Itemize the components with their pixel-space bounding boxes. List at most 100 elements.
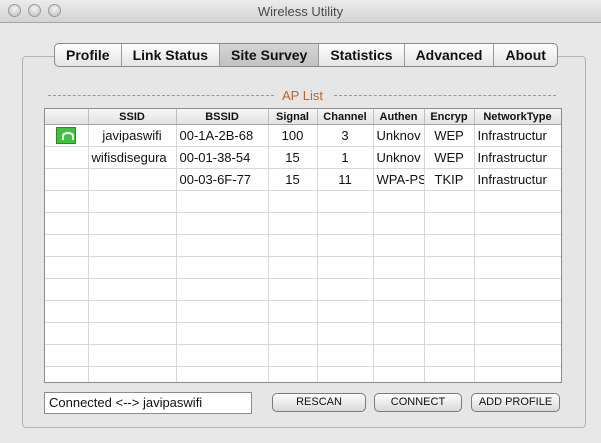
empty-cell [373,344,425,367]
empty-cell [474,366,561,382]
tab-link-status[interactable]: Link Status [122,44,221,66]
empty-table-row[interactable] [45,212,561,235]
bssid-cell: 00-01-38-54 [176,146,269,169]
empty-cell [45,234,89,257]
empty-table-row[interactable] [45,300,561,323]
tab-statistics[interactable]: Statistics [319,44,405,66]
empty-cell [424,366,475,382]
table-header: SSID BSSID Signal Channel Authen Encryp … [45,109,561,125]
signal-cell: 100 [268,124,318,147]
rescan-button[interactable]: RESCAN [272,393,366,412]
empty-cell [88,322,177,345]
empty-cell [268,212,318,235]
ssid-cell: javipaswifi [88,124,177,147]
column-header-encryp[interactable]: Encryp [424,109,475,125]
empty-cell [268,344,318,367]
empty-cell [424,256,475,279]
empty-cell [176,256,269,279]
column-header-channel[interactable]: Channel [317,109,374,125]
table-row[interactable]: javipaswifi 00-1A-2B-68 100 3 Unknov WEP… [45,124,561,147]
empty-cell [474,256,561,279]
empty-cell [424,190,475,213]
empty-table-row[interactable] [45,190,561,213]
empty-cell [373,278,425,301]
column-header-signal[interactable]: Signal [268,109,318,125]
empty-cell [424,234,475,257]
bssid-cell: 00-1A-2B-68 [176,124,269,147]
bssid-cell: 00-03-6F-77 [176,168,269,191]
empty-table-row[interactable] [45,234,561,257]
empty-cell [373,300,425,323]
empty-cell [88,234,177,257]
empty-cell [373,322,425,345]
encryp-cell: WEP [424,146,475,169]
encryp-cell: WEP [424,124,475,147]
empty-cell [176,322,269,345]
empty-cell [88,366,177,382]
title-bar: Wireless Utility [0,0,601,23]
empty-cell [424,278,475,301]
add-profile-button[interactable]: ADD PROFILE [471,393,560,412]
empty-cell [45,256,89,279]
empty-cell [88,300,177,323]
empty-cell [474,190,561,213]
empty-cell [88,190,177,213]
empty-cell [317,278,374,301]
divider [334,95,556,96]
status-cell [45,124,89,147]
column-header-authen[interactable]: Authen [373,109,425,125]
empty-cell [474,278,561,301]
empty-cell [88,344,177,367]
networktype-cell: Infrastructur [474,146,561,169]
table-row[interactable]: 00-03-6F-77 15 11 WPA-PS TKIP Infrastruc… [45,168,561,191]
ssid-cell: wifisdisegura [88,146,177,169]
authen-cell: Unknov [373,146,425,169]
tab-about[interactable]: About [494,44,556,66]
empty-table-row[interactable] [45,366,561,382]
empty-cell [176,234,269,257]
empty-table-row[interactable] [45,256,561,279]
connect-button[interactable]: CONNECT [374,393,462,412]
column-header-networktype[interactable]: NetworkType [474,109,561,125]
signal-cell: 15 [268,146,318,169]
empty-cell [268,256,318,279]
empty-cell [373,366,425,382]
channel-cell: 3 [317,124,374,147]
empty-cell [176,366,269,382]
tab-advanced[interactable]: Advanced [405,44,495,66]
empty-cell [88,278,177,301]
tab-site-survey[interactable]: Site Survey [220,44,320,66]
empty-cell [317,256,374,279]
empty-cell [268,234,318,257]
channel-cell: 1 [317,146,374,169]
empty-cell [424,212,475,235]
empty-cell [424,344,475,367]
empty-cell [268,300,318,323]
networktype-cell: Infrastructur [474,124,561,147]
table-row[interactable]: wifisdisegura 00-01-38-54 15 1 Unknov WE… [45,146,561,169]
empty-table-row[interactable] [45,322,561,345]
empty-cell [176,212,269,235]
ap-list-title: AP List [278,88,327,103]
column-header-bssid[interactable]: BSSID [176,109,269,125]
empty-table-row[interactable] [45,278,561,301]
ap-list-table[interactable]: SSID BSSID Signal Channel Authen Encryp … [44,108,562,383]
column-header-ssid[interactable]: SSID [88,109,177,125]
empty-cell [373,234,425,257]
ssid-cell [88,168,177,191]
empty-cell [474,212,561,235]
wifi-connected-icon [56,127,77,145]
empty-cell [268,366,318,382]
empty-cell [176,300,269,323]
empty-cell [88,212,177,235]
empty-table-row[interactable] [45,344,561,367]
empty-cell [373,212,425,235]
empty-cell [317,366,374,382]
empty-cell [45,300,89,323]
tab-profile[interactable]: Profile [55,44,122,66]
empty-cell [45,190,89,213]
empty-cell [317,212,374,235]
empty-cell [474,234,561,257]
connection-status-field: Connected <--> javipaswifi [44,392,252,414]
column-header-status[interactable] [45,109,89,125]
